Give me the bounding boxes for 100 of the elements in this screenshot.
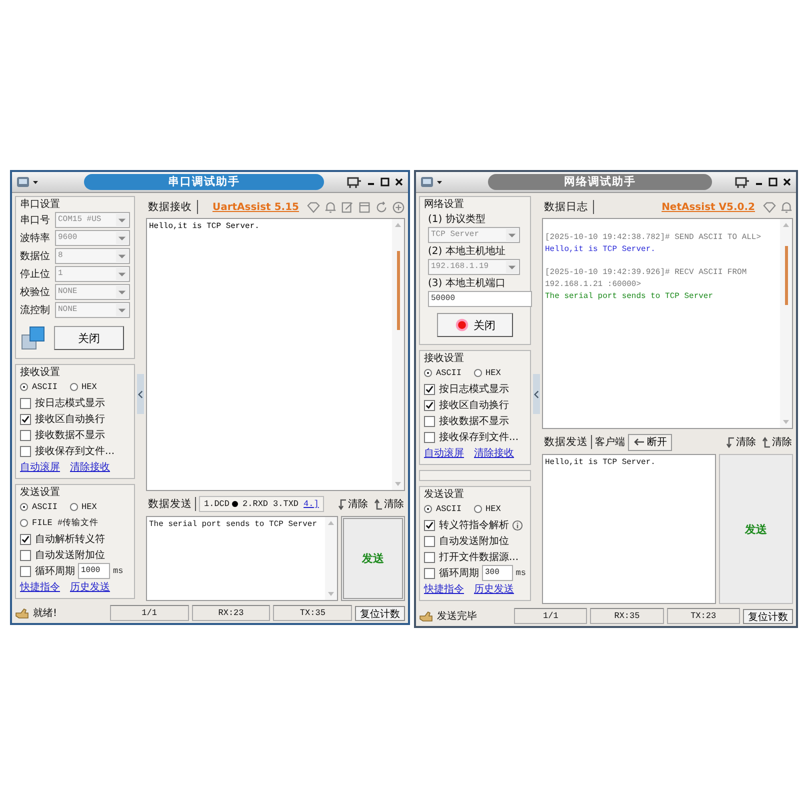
checkbox-option[interactable]: 接收区自动换行 — [20, 411, 130, 427]
checkbox[interactable] — [424, 400, 435, 410]
edit-icon[interactable] — [341, 200, 354, 214]
radio-option[interactable]: ASCII — [20, 499, 58, 515]
send-text-area[interactable]: Hello,it is TCP Server. — [542, 454, 716, 604]
arrow-left-icon — [633, 438, 645, 446]
pin-icon[interactable] — [734, 176, 750, 188]
link[interactable]: 快捷指令 — [20, 580, 60, 594]
receive-tab[interactable]: 数据接收 — [146, 200, 198, 214]
checkbox[interactable] — [424, 416, 435, 426]
plus-icon[interactable] — [392, 200, 405, 214]
bell-icon[interactable] — [324, 200, 337, 214]
app-menu-icon[interactable] — [16, 176, 40, 188]
radio-button[interactable] — [20, 383, 28, 391]
checkbox-option[interactable]: 自动发送附加位 — [20, 547, 105, 563]
radio-option[interactable]: HEX — [474, 501, 501, 517]
radio-button[interactable] — [424, 505, 432, 513]
radio-button[interactable] — [474, 505, 482, 513]
link[interactable]: 4.] — [304, 499, 319, 509]
link[interactable]: 清除接收 — [474, 446, 514, 460]
disconnect-button[interactable]: 断开 — [628, 434, 672, 450]
checkbox-option[interactable]: 接收保存到文件... — [20, 443, 130, 459]
radio-button[interactable] — [424, 369, 432, 377]
checkbox[interactable] — [424, 536, 435, 546]
checkbox[interactable] — [20, 566, 31, 576]
diamond-icon[interactable] — [763, 200, 776, 214]
checkbox-option[interactable]: 自动发送附加位 — [424, 533, 509, 549]
link[interactable]: 快捷指令 — [424, 582, 464, 596]
app-menu-icon[interactable] — [420, 176, 444, 188]
pin-icon[interactable] — [346, 176, 362, 188]
collapse-handle[interactable] — [137, 374, 144, 414]
checkbox-option[interactable]: 接收数据不显示 — [20, 427, 130, 443]
send-button[interactable]: 发送 — [341, 516, 405, 601]
radio-button[interactable] — [70, 383, 78, 391]
checkbox[interactable] — [424, 568, 435, 578]
maximize-icon[interactable] — [768, 177, 778, 187]
window-icon[interactable] — [358, 200, 371, 214]
checkbox-option[interactable]: 接收数据不显示 — [424, 413, 526, 429]
clear-button[interactable]: 清除 — [724, 435, 757, 449]
maximize-icon[interactable] — [380, 177, 390, 187]
checkbox-option[interactable]: 循环周期 — [20, 563, 75, 579]
clear-button[interactable]: 清除 — [372, 497, 405, 511]
checkbox[interactable] — [20, 398, 31, 408]
send-text-area[interactable]: The serial port sends to TCP Server — [146, 516, 338, 601]
receive-tab[interactable]: 数据日志 — [542, 200, 594, 214]
close-connection-button[interactable]: 关闭 — [437, 313, 513, 337]
radio-button[interactable] — [20, 503, 28, 511]
radio-option[interactable]: ASCII — [20, 379, 58, 395]
radio-option[interactable]: HEX — [474, 365, 501, 381]
link[interactable]: 历史发送 — [474, 582, 514, 596]
link[interactable]: 历史发送 — [70, 580, 110, 594]
bell-icon[interactable] — [780, 200, 793, 214]
radio-option[interactable]: HEX — [70, 379, 97, 395]
radio-button[interactable] — [20, 519, 28, 527]
checkbox[interactable] — [424, 432, 435, 442]
reset-count-button[interactable]: 复位计数 — [355, 606, 406, 620]
close-port-button[interactable]: 关闭 — [54, 326, 124, 350]
radio-button[interactable] — [474, 369, 482, 377]
radio-option[interactable]: FILE #传输文件 — [20, 515, 130, 531]
checkbox[interactable] — [424, 552, 435, 562]
checkbox[interactable] — [20, 550, 31, 560]
clear-button[interactable]: 清除 — [760, 435, 793, 449]
radio-option[interactable]: ASCII — [424, 501, 462, 517]
send-tab[interactable]: 数据发送 — [146, 497, 196, 511]
close-icon[interactable] — [394, 177, 404, 187]
checkbox[interactable] — [424, 384, 435, 394]
checkbox-option[interactable]: 按日志模式显示 — [20, 395, 130, 411]
interval-field[interactable]: 300 — [482, 565, 513, 581]
checkbox-option[interactable]: 转义符指令解析 — [424, 517, 509, 533]
checkbox-option[interactable]: 循环周期 — [424, 565, 479, 581]
close-icon[interactable] — [782, 177, 792, 187]
checkbox-option[interactable]: 接收区自动换行 — [424, 397, 526, 413]
radio-option[interactable]: HEX — [70, 499, 97, 515]
radio-button[interactable] — [70, 503, 78, 511]
refresh-icon[interactable] — [375, 200, 388, 214]
send-button[interactable]: 发送 — [719, 454, 793, 604]
chevron-left-icon — [138, 390, 143, 398]
checkbox-option[interactable]: 自动解析转义符 — [20, 531, 105, 547]
receive-area[interactable]: [2025-10-10 19:42:38.782]# SEND ASCII TO ALL> Hello,it is TCP Server. [2025-10-10 19:42:39.926]# RECV ASCII FROM 192.168.1.21 :60000> The serial port sends to TCP Server — [542, 218, 793, 429]
checkbox[interactable] — [20, 446, 31, 456]
link[interactable]: 自动滚屏 — [424, 446, 464, 460]
checkbox-option[interactable]: 按日志模式显示 — [424, 381, 526, 397]
checkbox[interactable] — [20, 430, 31, 440]
checkbox[interactable] — [424, 520, 435, 530]
radio-option[interactable]: ASCII — [424, 365, 462, 381]
checkbox[interactable] — [20, 414, 31, 424]
checkbox[interactable] — [20, 534, 31, 544]
checkbox-option[interactable]: 打开文件数据源... — [424, 549, 519, 565]
link[interactable]: 清除接收 — [70, 460, 110, 474]
link[interactable]: 自动滚屏 — [20, 460, 60, 474]
reset-count-button[interactable]: 复位计数 — [742, 608, 793, 624]
checkbox-option[interactable]: 接收保存到文件... — [424, 429, 526, 445]
clear-button[interactable]: 清除 — [336, 497, 369, 511]
diamond-icon[interactable] — [307, 200, 320, 214]
port-field[interactable]: 50000 — [428, 291, 532, 307]
receive-area[interactable]: Hello,it is TCP Server. — [146, 218, 405, 491]
send-tab[interactable]: 数据发送 — [542, 435, 592, 449]
interval-field[interactable]: 1000 — [78, 563, 110, 579]
info-icon[interactable] — [512, 520, 523, 530]
collapse-handle[interactable] — [533, 374, 540, 414]
